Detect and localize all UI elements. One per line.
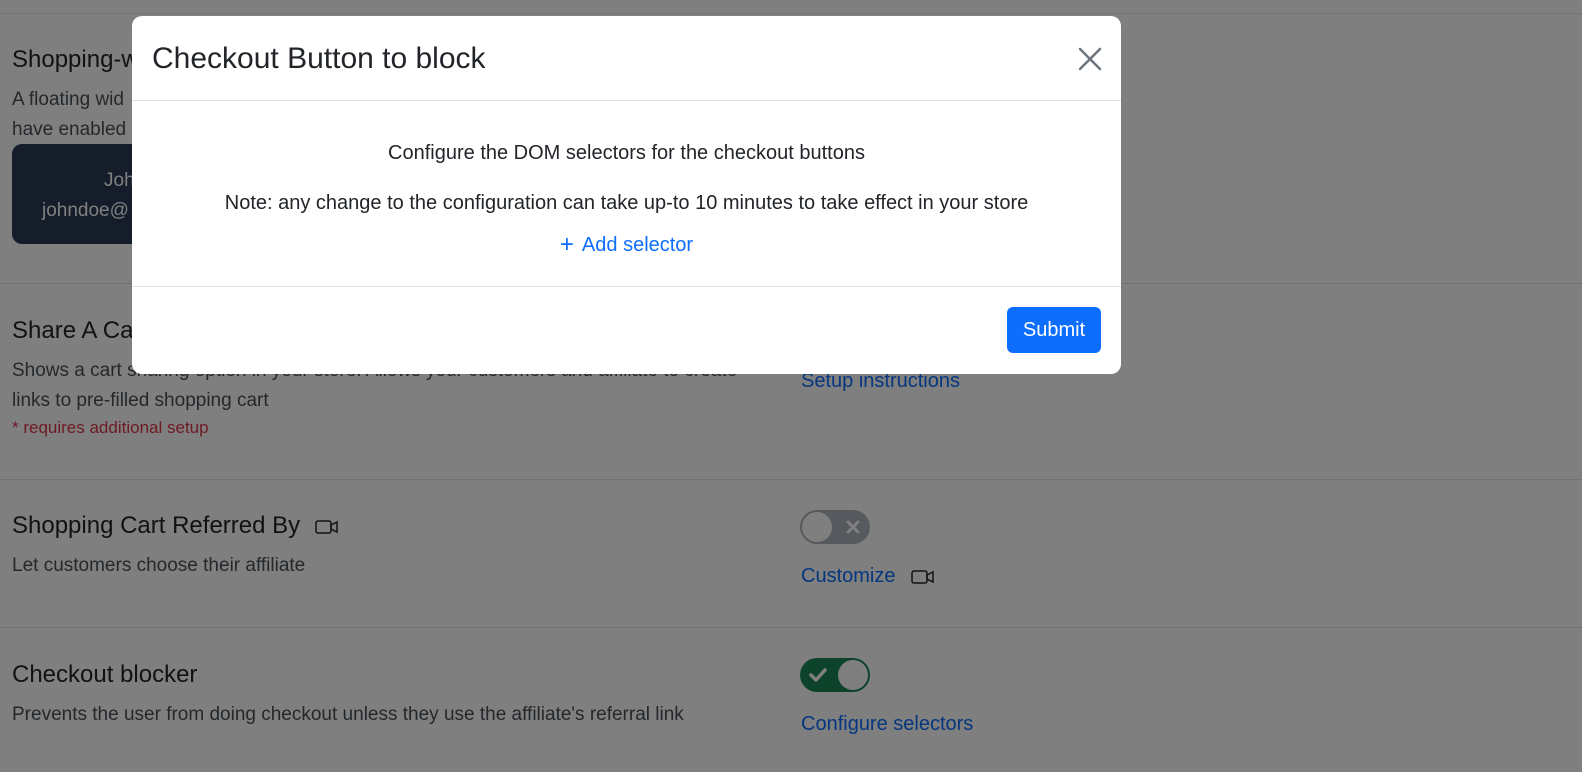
- plus-icon: +: [559, 231, 574, 258]
- close-icon[interactable]: [1075, 44, 1105, 74]
- modal-body: Configure the DOM selectors for the chec…: [132, 101, 1121, 287]
- add-selector-button[interactable]: + Add selector: [132, 231, 1121, 259]
- submit-button[interactable]: Submit: [1007, 307, 1101, 353]
- add-selector-label: Add selector: [581, 234, 694, 256]
- modal-instruction: Configure the DOM selectors for the chec…: [388, 142, 865, 164]
- modal-title: Checkout Button to block: [152, 42, 486, 75]
- checkout-button-modal: Checkout Button to block Configure the D…: [132, 16, 1121, 374]
- modal-header: Checkout Button to block: [132, 16, 1121, 101]
- modal-note: Note: any change to the configuration ca…: [224, 192, 1029, 214]
